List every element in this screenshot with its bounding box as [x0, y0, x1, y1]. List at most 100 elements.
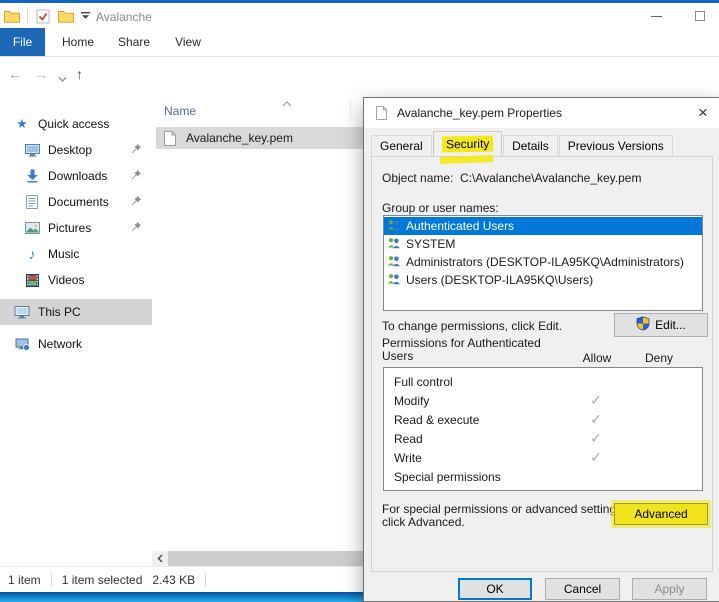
ribbon-tab-view[interactable]: View	[166, 28, 210, 56]
ribbon-tab-share[interactable]: Share	[110, 28, 158, 56]
sidebar-item-label: Videos	[48, 273, 84, 287]
ok-button[interactable]: OK	[458, 578, 532, 600]
group-user-listbox: Authenticated Users SYSTEM Administrator…	[383, 215, 703, 311]
sidebar-item-desktop[interactable]: Desktop	[0, 137, 152, 163]
sidebar-item-music[interactable]: ♪ Music	[0, 241, 152, 267]
group-name: SYSTEM	[406, 237, 455, 251]
film-icon	[24, 274, 40, 287]
history-chevron-icon[interactable]	[58, 70, 67, 86]
sidebar-item-label: Music	[48, 247, 79, 261]
dialog-close-button[interactable]: ×	[690, 101, 716, 125]
download-arrow-icon	[24, 169, 40, 183]
group-row-system[interactable]: SYSTEM	[384, 235, 702, 253]
scrollbar-thumb[interactable]	[168, 551, 364, 566]
title-bar: Avalanche	[0, 0, 719, 28]
edit-button[interactable]: Edit...	[614, 313, 708, 337]
customize-qat-chevron-icon[interactable]	[81, 9, 90, 23]
maximize-button[interactable]	[680, 3, 719, 29]
sidebar-item-label: Network	[38, 337, 82, 351]
tab-previous-versions[interactable]: Previous Versions	[559, 135, 673, 156]
permission-row-read[interactable]: Read ✓	[384, 429, 702, 448]
cancel-button[interactable]: Cancel	[545, 578, 620, 600]
window-title: Avalanche	[96, 10, 152, 24]
properties-quick-icon[interactable]	[35, 9, 51, 24]
permission-row-read-execute[interactable]: Read & execute ✓	[384, 410, 702, 429]
ribbon-tab-file[interactable]: File	[0, 28, 45, 56]
allow-check: ✓	[568, 449, 624, 466]
minimize-icon	[651, 16, 662, 17]
object-name-value: C:\Avalanche\Avalanche_key.pem	[460, 171, 641, 185]
tab-security[interactable]: Security	[433, 131, 502, 156]
quick-access-star-icon: ★	[14, 116, 30, 132]
sort-ascending-icon[interactable]	[282, 96, 292, 110]
sidebar-item-network[interactable]: Network	[0, 331, 152, 357]
sidebar-item-quick-access[interactable]: ★ Quick access	[0, 111, 152, 137]
navigation-bar: ← → ↑ « Local Disk (C:) › Avalanche	[0, 57, 719, 95]
dialog-title-bar: Avalanche_key.pem Properties ×	[364, 98, 719, 128]
minimize-button[interactable]	[636, 3, 676, 29]
sidebar-item-this-pc[interactable]: This PC	[0, 299, 152, 325]
explorer-window: Avalanche File Home Share View ← → ↑ « L…	[0, 0, 719, 602]
advanced-button[interactable]: Advanced	[614, 503, 708, 525]
permission-row-write[interactable]: Write ✓	[384, 448, 702, 467]
ribbon-tab-home[interactable]: Home	[55, 28, 101, 56]
ribbon-tab-bar: File Home Share View	[0, 28, 719, 57]
divider	[51, 573, 52, 587]
group-row-authenticated-users[interactable]: Authenticated Users	[384, 217, 702, 235]
file-page-icon	[162, 131, 178, 146]
computer-icon	[14, 306, 30, 319]
permission-row-full-control[interactable]: Full control	[384, 372, 702, 391]
group-list-label: Group or user names:	[382, 201, 499, 215]
edit-hint-text: To change permissions, click Edit.	[382, 319, 562, 333]
edit-button-label: Edit...	[655, 318, 686, 332]
allow-check: ✓	[568, 392, 624, 409]
object-name-label: Object name:	[382, 171, 453, 185]
permission-row-modify[interactable]: Modify ✓	[384, 391, 702, 410]
user-group-icon	[387, 255, 401, 270]
pin-icon	[131, 195, 142, 209]
file-name: Avalanche_key.pem	[186, 131, 293, 145]
network-icon	[14, 338, 30, 351]
dialog-title: Avalanche_key.pem Properties	[397, 106, 562, 120]
column-header-name[interactable]: Name	[164, 104, 196, 118]
apply-button[interactable]: Apply	[632, 578, 707, 600]
window-folder-icon	[4, 10, 20, 23]
up-icon[interactable]: ↑	[76, 66, 83, 82]
sidebar-item-label: Desktop	[48, 143, 92, 157]
group-name: Authenticated Users	[406, 219, 514, 233]
group-row-administrators[interactable]: Administrators (DESKTOP-ILA95KQ\Administ…	[384, 253, 702, 271]
pin-icon	[131, 169, 142, 183]
permission-row-special-permissions[interactable]: Special permissions	[384, 467, 702, 486]
pin-icon	[131, 221, 142, 235]
sidebar-item-documents[interactable]: Documents	[0, 189, 152, 215]
sidebar-item-pictures[interactable]: Pictures	[0, 215, 152, 241]
status-item-count: 1 item	[8, 573, 41, 587]
pin-icon	[131, 143, 142, 157]
scroll-left-icon[interactable]	[152, 551, 168, 566]
maximize-icon	[695, 11, 705, 21]
picture-icon	[24, 222, 40, 234]
tab-details[interactable]: Details	[503, 135, 558, 156]
sidebar-item-label: Pictures	[48, 221, 91, 235]
permissions-for-label: Permissions for Authenticated Users	[382, 337, 541, 363]
dialog-file-icon	[373, 106, 389, 120]
new-folder-quick-icon[interactable]	[58, 10, 74, 23]
deny-column-header: Deny	[637, 351, 681, 365]
status-selection-size: 2.43 KB	[152, 573, 195, 587]
sidebar-item-label: This PC	[38, 305, 81, 319]
sidebar-item-label: Downloads	[48, 169, 107, 183]
forward-icon[interactable]: →	[34, 66, 48, 82]
tab-general[interactable]: General	[371, 135, 432, 156]
back-icon[interactable]: ←	[8, 66, 22, 82]
horizontal-scrollbar[interactable]	[152, 551, 364, 566]
sidebar-item-videos[interactable]: Videos	[0, 267, 152, 293]
divider	[205, 573, 206, 587]
desktop-icon	[24, 144, 40, 157]
group-name: Users (DESKTOP-ILA95KQ\Users)	[406, 273, 593, 287]
group-row-users[interactable]: Users (DESKTOP-ILA95KQ\Users)	[384, 271, 702, 289]
column-divider[interactable]	[350, 99, 351, 121]
sidebar-item-downloads[interactable]: Downloads	[0, 163, 152, 189]
properties-dialog: Avalanche_key.pem Properties × General S…	[363, 97, 719, 602]
tab-security-label: Security	[442, 136, 494, 153]
security-tab-page: Object name: C:\Avalanche\Avalanche_key.…	[371, 156, 713, 572]
